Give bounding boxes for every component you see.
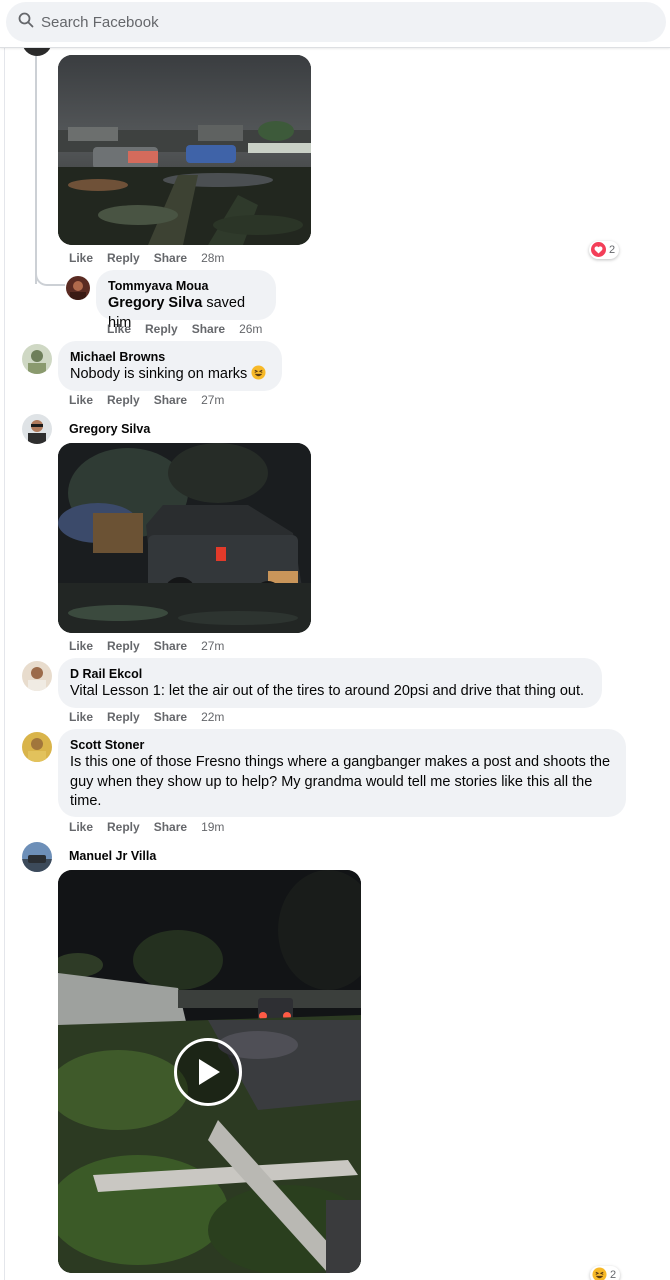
comment-time[interactable]: 27m [201, 393, 224, 407]
share-link[interactable]: Share [154, 820, 187, 834]
comment-body: Vital Lesson 1: let the air out of the t… [70, 683, 585, 699]
avatar[interactable] [22, 344, 52, 374]
avatar[interactable] [66, 276, 90, 300]
comment-author[interactable]: D Rail Ekcol [70, 666, 590, 682]
avatar[interactable] [22, 842, 52, 872]
comment-author[interactable]: Tommyava Moua [108, 278, 264, 294]
share-link[interactable]: Share [192, 322, 225, 336]
search-icon [18, 12, 34, 33]
play-button[interactable] [174, 1038, 242, 1106]
like-link[interactable]: Like [69, 251, 93, 265]
mention-link[interactable]: Gregory Silva [108, 295, 202, 311]
share-link[interactable]: Share [154, 710, 187, 724]
comment-time[interactable]: 27m [201, 639, 224, 653]
comment-body: Is this one of those Fresno things where… [70, 754, 611, 809]
like-link[interactable]: Like [107, 322, 131, 336]
comment-author[interactable]: Gregory Silva [69, 422, 150, 436]
share-link[interactable]: Share [154, 639, 187, 653]
like-link[interactable]: Like [69, 393, 93, 407]
comment-bubble: D Rail Ekcol Vital Lesson 1: let the air… [58, 658, 602, 708]
reply-link[interactable]: Reply [107, 251, 140, 265]
share-link[interactable]: Share [154, 251, 187, 265]
like-link[interactable]: Like [69, 639, 93, 653]
search-input[interactable] [41, 13, 621, 31]
comment-bubble: Tommyava Moua Gregory Silva saved him [96, 270, 276, 331]
comment-actions: Like Reply Share 26m [107, 322, 262, 336]
reaction-count: 2 [609, 244, 616, 256]
feed-edge-divider [4, 48, 5, 1280]
grinning-squint-emoji-icon [251, 365, 266, 382]
comment-actions: Like Reply Share 19m [69, 820, 224, 834]
comment-text: Nobody is sinking on marks [70, 365, 270, 385]
thread-connector-curve [35, 268, 65, 286]
comment-image[interactable] [58, 443, 311, 633]
thread-connector-line [35, 48, 37, 284]
reply-link[interactable]: Reply [107, 393, 140, 407]
like-link[interactable]: Like [69, 710, 93, 724]
comment-actions: Like Reply Share 28m [69, 251, 224, 265]
comment-time[interactable]: 19m [201, 820, 224, 834]
avatar[interactable] [22, 661, 52, 691]
comment-author[interactable]: Scott Stoner [70, 737, 614, 753]
comment-actions: Like Reply Share 27m [69, 639, 224, 653]
comment-video[interactable] [58, 870, 361, 1273]
comment-bubble: Scott Stoner Is this one of those Fresno… [58, 729, 626, 817]
comment-image[interactable] [58, 55, 311, 245]
comment-time[interactable]: 22m [201, 710, 224, 724]
comments-feed: Like Reply Share 28m 2 Tommyava Moua Gre… [0, 26, 670, 1280]
comment-actions: Like Reply Share 27m [69, 393, 224, 407]
avatar[interactable] [22, 414, 52, 444]
reply-link[interactable]: Reply [107, 639, 140, 653]
avatar[interactable] [22, 732, 52, 762]
reaction-badge[interactable]: 2 [589, 241, 620, 259]
search-box[interactable] [6, 2, 666, 42]
reaction-badge[interactable]: 2 [590, 1266, 621, 1280]
comment-author[interactable]: Michael Browns [70, 349, 270, 365]
reply-link[interactable]: Reply [107, 710, 140, 724]
share-link[interactable]: Share [154, 393, 187, 407]
top-search-bar [0, 0, 670, 48]
comment-time[interactable]: 26m [239, 322, 262, 336]
reply-link[interactable]: Reply [107, 820, 140, 834]
play-icon [194, 1057, 222, 1087]
like-link[interactable]: Like [69, 820, 93, 834]
comment-time[interactable]: 28m [201, 251, 224, 265]
reply-link[interactable]: Reply [145, 322, 178, 336]
reaction-count: 2 [610, 1269, 617, 1280]
comment-actions: Like Reply Share 22m [69, 710, 224, 724]
haha-reaction-icon [592, 1267, 607, 1280]
comment-body: Nobody is sinking on marks [70, 366, 248, 382]
love-reaction-icon [591, 242, 606, 258]
comment-bubble: Michael Browns Nobody is sinking on mark… [58, 341, 282, 391]
comment-author[interactable]: Manuel Jr Villa [69, 849, 156, 863]
